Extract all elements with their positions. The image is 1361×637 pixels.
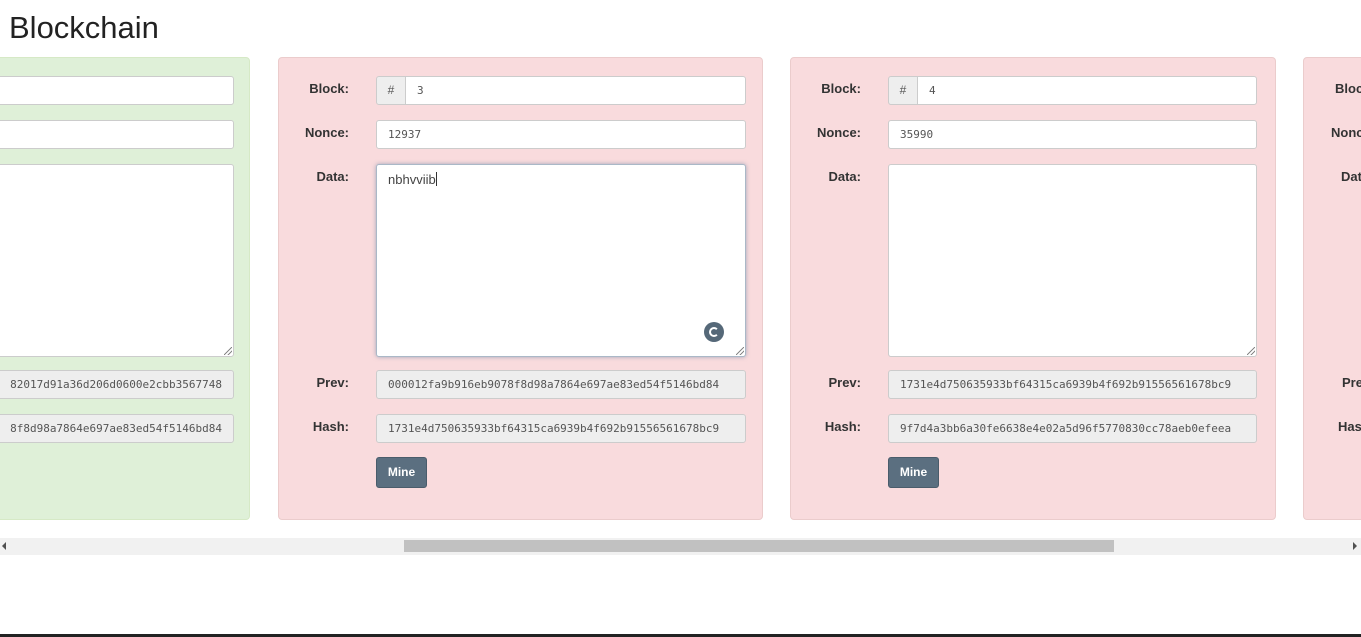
block-card-4: Block: # 4 Nonce: 35990 Data: Prev: 1731…: [790, 57, 1276, 520]
resize-handle[interactable]: [1247, 347, 1255, 355]
nonce-input[interactable]: 12937: [376, 120, 746, 149]
nonce-label: Nonc: [1331, 125, 1361, 140]
prev-label: Pre: [1342, 375, 1361, 390]
block-number-input[interactable]: 3: [405, 76, 746, 105]
hash-label: Hash:: [824, 419, 861, 434]
scroll-right-icon[interactable]: [1353, 542, 1357, 550]
block-number-input[interactable]: 4: [917, 76, 1257, 105]
nonce-label: Nonce:: [304, 125, 349, 140]
scroll-left-icon[interactable]: [2, 542, 6, 550]
block-label: Block:: [821, 81, 861, 96]
block-card-3: Block: # 3 Nonce: 12937 Data: nbhvviib P…: [278, 57, 763, 520]
data-textarea[interactable]: [0, 164, 234, 357]
prev-hash-field: 000012fa9b916eb9078f8d98a7864e697ae83ed5…: [376, 370, 746, 399]
hash-label: Has: [1338, 419, 1361, 434]
nonce-input[interactable]: 35990: [888, 120, 1257, 149]
hash-symbol: #: [376, 76, 406, 105]
data-label: Data:: [316, 169, 349, 184]
resize-handle[interactable]: [224, 347, 232, 355]
data-textarea[interactable]: nbhvviib: [376, 164, 746, 357]
hash-field: 9f7d4a3bb6a30fe6638e4e02a5d96f5770830cc7…: [888, 414, 1257, 443]
block-number-input[interactable]: [0, 76, 234, 105]
prev-hash-field: 82017d91a36d206d0600e2cbb3567748: [0, 370, 234, 399]
data-textarea[interactable]: [888, 164, 1257, 357]
hash-field: 1731e4d750635933bf64315ca6939b4f692b9155…: [376, 414, 746, 443]
block-card-5: Block Nonc Dat Pre Has: [1303, 57, 1361, 520]
grammarly-icon[interactable]: [704, 322, 724, 342]
block-label: Block:: [309, 81, 349, 96]
prev-label: Prev:: [828, 375, 861, 390]
data-label: Data:: [828, 169, 861, 184]
horizontal-scrollbar[interactable]: [0, 538, 1361, 555]
hash-symbol: #: [888, 76, 918, 105]
mine-button[interactable]: Mine: [888, 457, 939, 488]
text-cursor: [435, 172, 437, 186]
resize-handle[interactable]: [736, 347, 744, 355]
page-title: Blockchain: [9, 10, 159, 45]
nonce-label: Nonce:: [816, 125, 861, 140]
scrollbar-thumb[interactable]: [404, 540, 1114, 552]
block-label: Block: [1335, 81, 1361, 96]
block-card-2: 82017d91a36d206d0600e2cbb3567748 8f8d98a…: [0, 57, 250, 520]
mine-button[interactable]: Mine: [376, 457, 427, 488]
hash-field: 8f8d98a7864e697ae83ed54f5146bd84: [0, 414, 234, 443]
data-label: Dat: [1341, 169, 1361, 184]
hash-label: Hash:: [312, 419, 349, 434]
prev-hash-field: 1731e4d750635933bf64315ca6939b4f692b9155…: [888, 370, 1257, 399]
prev-label: Prev:: [316, 375, 349, 390]
nonce-input[interactable]: [0, 120, 234, 149]
data-text: nbhvviib: [388, 172, 436, 187]
